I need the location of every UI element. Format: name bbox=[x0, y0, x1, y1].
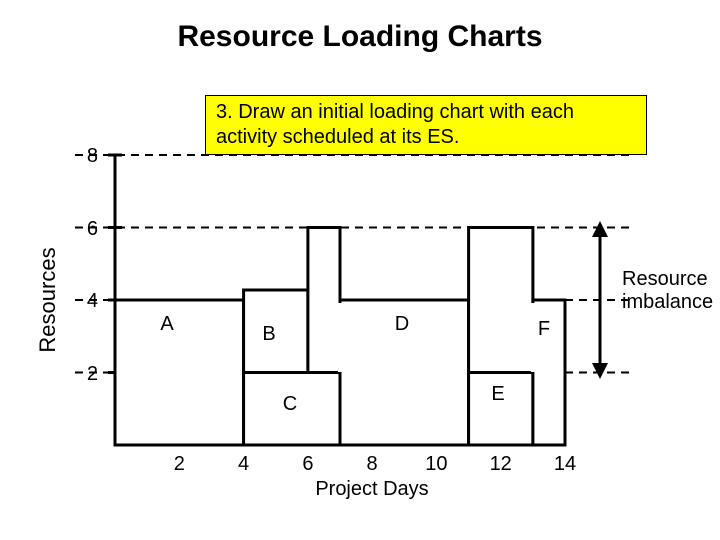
ytick-4: 4 bbox=[87, 290, 98, 312]
bar-F-stack bbox=[469, 228, 533, 373]
bar-A bbox=[115, 300, 244, 445]
xtick-2: 2 bbox=[174, 453, 185, 475]
ytick-8: 8 bbox=[87, 145, 98, 167]
xtick-4: 4 bbox=[238, 453, 249, 475]
arrowhead-down-icon bbox=[592, 363, 608, 379]
ytick-6: 6 bbox=[87, 218, 98, 240]
bar-D-stack bbox=[308, 228, 340, 373]
y-axis-label: Resources bbox=[35, 247, 60, 352]
bar-label-F: F bbox=[538, 318, 550, 340]
ytick-2: 2 bbox=[87, 363, 98, 385]
arrowhead-up-icon bbox=[592, 221, 608, 237]
x-axis-label: Project Days bbox=[315, 478, 428, 500]
annotation-resource: Resource bbox=[622, 268, 708, 290]
bar-B bbox=[244, 290, 308, 373]
xtick-14: 14 bbox=[554, 453, 576, 475]
annotation-imbalance: imbalance bbox=[622, 291, 713, 313]
bar-label-E: E bbox=[491, 383, 504, 405]
bar-label-B: B bbox=[262, 323, 275, 345]
xtick-6: 6 bbox=[302, 453, 313, 475]
xtick-12: 12 bbox=[490, 453, 512, 475]
bar-label-A: A bbox=[160, 313, 174, 335]
xtick-8: 8 bbox=[367, 453, 378, 475]
resource-loading-chart: 8 6 4 2 Resources 2 4 6 8 10 12 14 Proje… bbox=[0, 0, 720, 540]
xtick-10: 10 bbox=[425, 453, 447, 475]
bar-label-D: D bbox=[395, 313, 409, 335]
bar-label-C: C bbox=[283, 393, 297, 415]
